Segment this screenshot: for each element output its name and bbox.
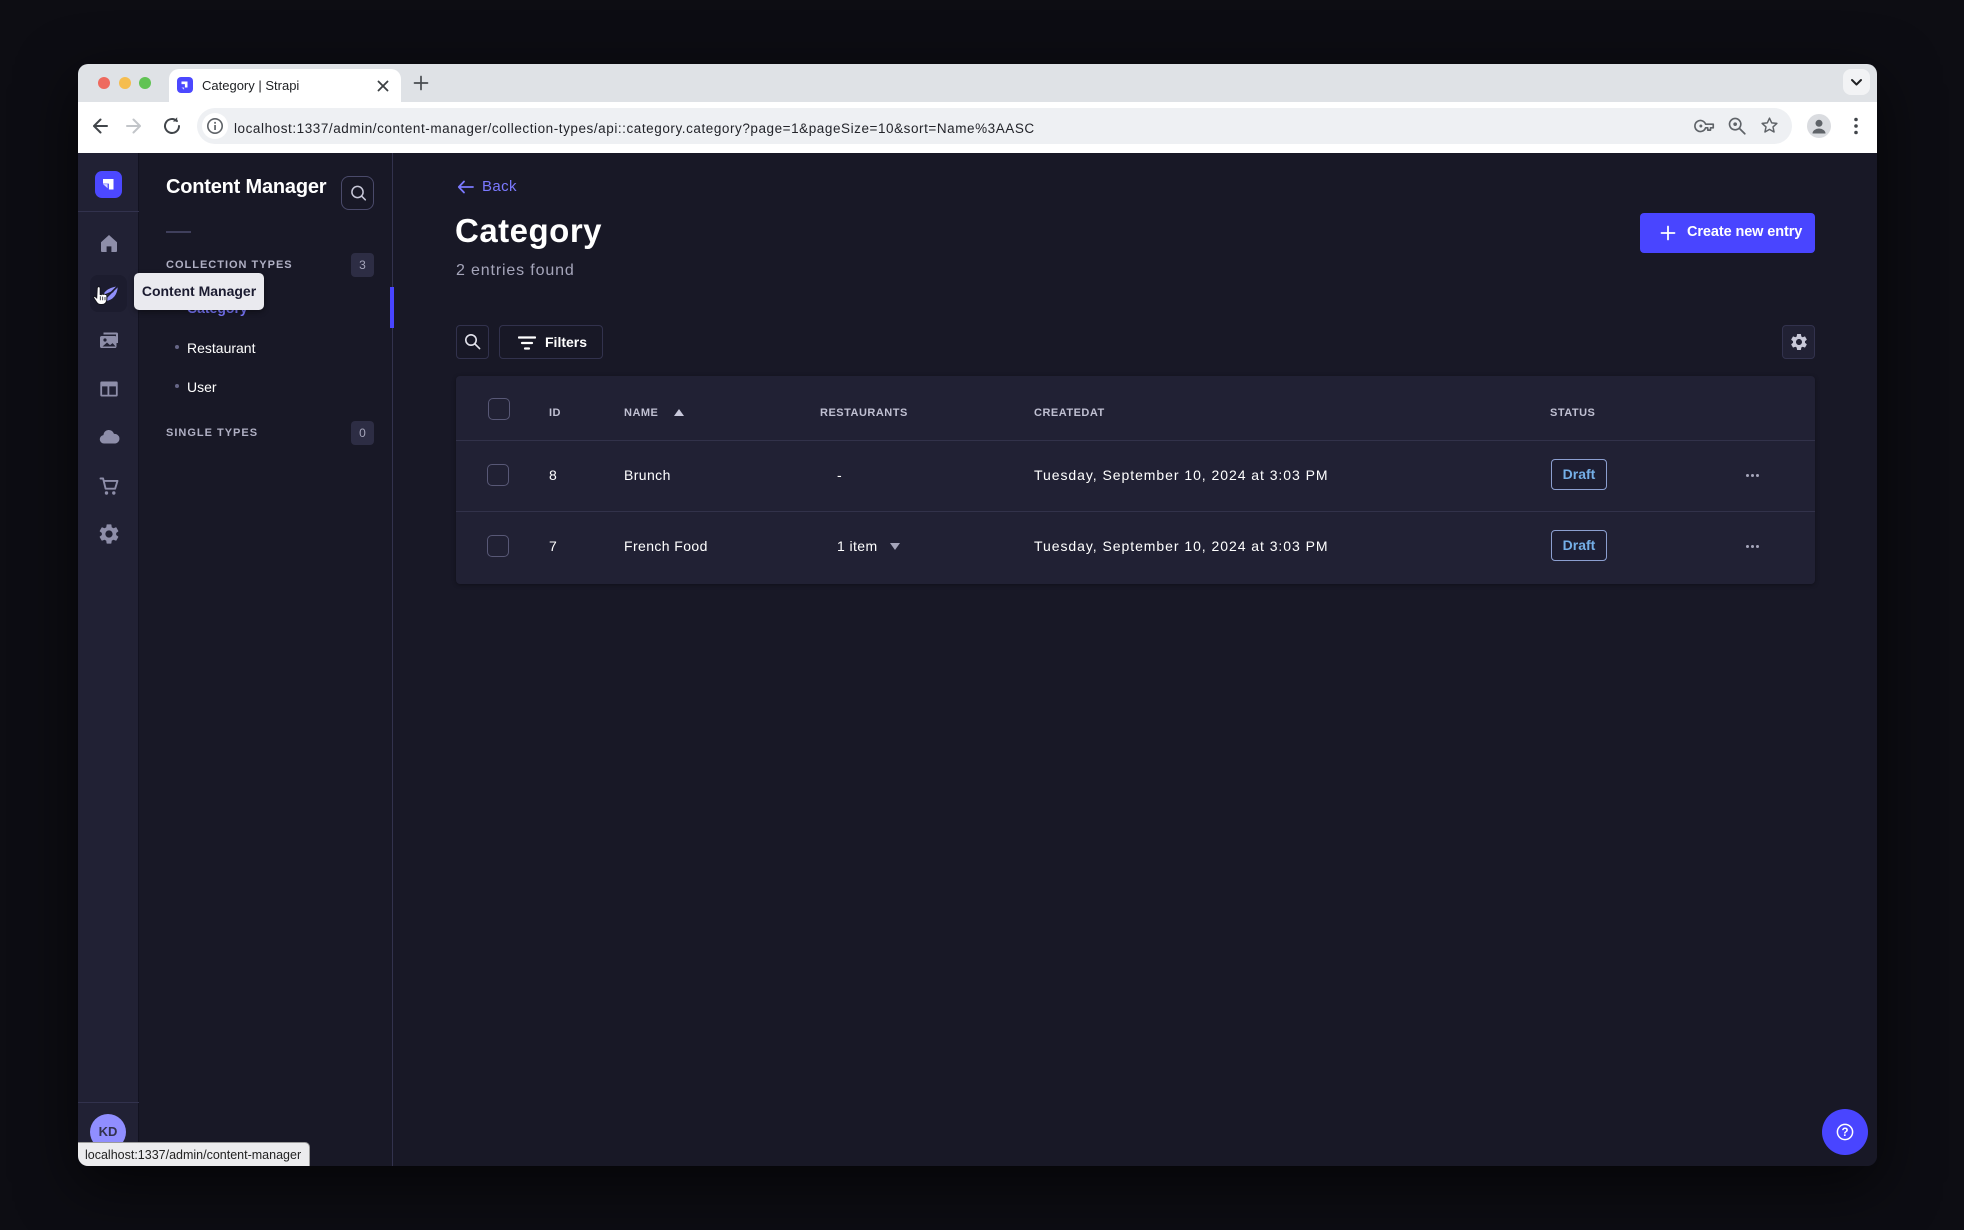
- svg-text:?: ?: [1841, 1127, 1848, 1139]
